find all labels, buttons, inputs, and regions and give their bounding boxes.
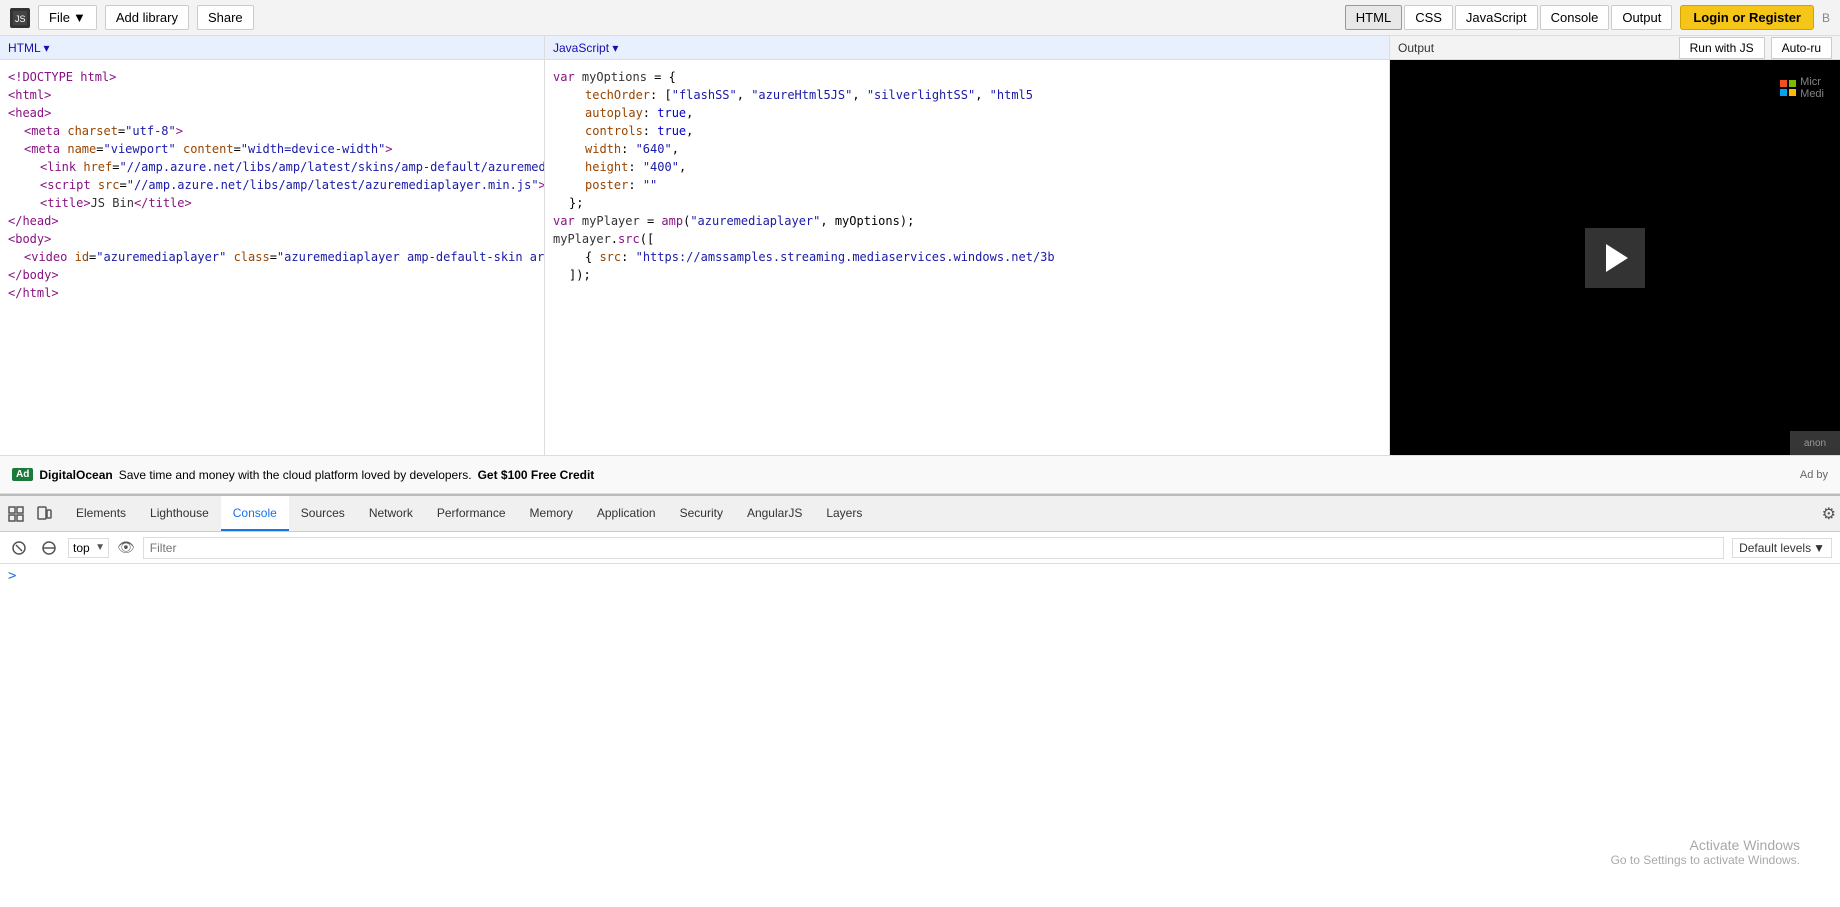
clear-console-icon[interactable] bbox=[8, 537, 30, 559]
play-button[interactable] bbox=[1585, 228, 1645, 288]
html-panel: HTML ▾ <!DOCTYPE html> <html> <head> <me… bbox=[0, 36, 545, 455]
output-header: Output Run with JS Auto-ru bbox=[1390, 36, 1840, 60]
output-panel: Output Run with JS Auto-ru MicrMedi anon bbox=[1390, 36, 1840, 455]
devtools-toolbar: Elements Lighthouse Console Sources Netw… bbox=[0, 496, 1840, 532]
dt-tab-sources[interactable]: Sources bbox=[289, 496, 357, 531]
ad-text: Save time and money with the cloud platf… bbox=[119, 468, 472, 482]
context-select[interactable]: top bbox=[68, 538, 109, 558]
dt-tab-network[interactable]: Network bbox=[357, 496, 425, 531]
device-toggle-icon[interactable] bbox=[32, 502, 56, 526]
js-code-editor[interactable]: var myOptions = { techOrder: ["flashSS",… bbox=[545, 60, 1389, 455]
eye-icon[interactable]: 👁 bbox=[117, 539, 135, 556]
dt-tab-security[interactable]: Security bbox=[668, 496, 735, 531]
devtools-icons bbox=[4, 502, 56, 526]
tab-javascript[interactable]: JavaScript bbox=[1455, 5, 1538, 30]
dt-tab-angularjs[interactable]: AngularJS bbox=[735, 496, 814, 531]
dt-tab-layers[interactable]: Layers bbox=[814, 496, 874, 531]
dt-tab-console[interactable]: Console bbox=[221, 496, 289, 531]
devtools-panel: Elements Lighthouse Console Sources Netw… bbox=[0, 494, 1840, 588]
top-bar-tabs: HTML CSS JavaScript Console Output bbox=[1345, 5, 1673, 30]
ad-left: Ad DigitalOcean Save time and money with… bbox=[12, 468, 594, 482]
output-watermark: MicrMedi bbox=[1780, 76, 1824, 100]
js-panel-header[interactable]: JavaScript ▾ bbox=[545, 36, 1389, 60]
tab-console[interactable]: Console bbox=[1540, 5, 1610, 30]
dt-tab-lighthouse[interactable]: Lighthouse bbox=[138, 496, 221, 531]
ad-bar: Ad DigitalOcean Save time and money with… bbox=[0, 456, 1840, 494]
windows-activation-watermark: Activate Windows Go to Settings to activ… bbox=[1611, 837, 1800, 867]
file-menu-button[interactable]: File ▼ bbox=[38, 5, 97, 30]
devtools-tabs: Elements Lighthouse Console Sources Netw… bbox=[64, 496, 1822, 531]
console-content[interactable]: > bbox=[0, 564, 1840, 588]
js-panel: JavaScript ▾ var myOptions = { techOrder… bbox=[545, 36, 1390, 455]
ad-badge: Ad bbox=[12, 468, 33, 481]
dt-tab-application[interactable]: Application bbox=[585, 496, 668, 531]
add-library-button[interactable]: Add library bbox=[105, 5, 189, 30]
microsoft-icon bbox=[1780, 80, 1796, 96]
output-video-area: MicrMedi anon bbox=[1390, 60, 1840, 455]
tab-output[interactable]: Output bbox=[1611, 5, 1672, 30]
settings-gear-icon[interactable]: ⚙ bbox=[1822, 506, 1836, 523]
console-prompt: > bbox=[8, 568, 16, 584]
dt-tab-elements[interactable]: Elements bbox=[64, 496, 138, 531]
dt-tab-memory[interactable]: Memory bbox=[518, 496, 585, 531]
run-with-js-button[interactable]: Run with JS bbox=[1679, 37, 1765, 59]
output-header-right: Run with JS Auto-ru bbox=[1679, 37, 1832, 59]
ad-brand: DigitalOcean bbox=[39, 468, 112, 482]
svg-text:JS: JS bbox=[15, 14, 26, 24]
devtools-right-icons: ⚙ bbox=[1822, 504, 1836, 524]
html-code-editor[interactable]: <!DOCTYPE html> <html> <head> <meta char… bbox=[0, 60, 544, 455]
share-button[interactable]: Share bbox=[197, 5, 254, 30]
tab-css[interactable]: CSS bbox=[1404, 5, 1453, 30]
default-levels-dropdown[interactable]: Default levels ▼ bbox=[1732, 538, 1832, 558]
context-select-wrap: top ▼ bbox=[68, 538, 109, 558]
dt-tab-performance[interactable]: Performance bbox=[425, 496, 518, 531]
play-triangle-icon bbox=[1606, 244, 1628, 272]
login-register-button[interactable]: Login or Register bbox=[1680, 5, 1814, 30]
top-bar-left: JS File ▼ Add library Share bbox=[10, 5, 1337, 30]
tab-html[interactable]: HTML bbox=[1345, 5, 1402, 30]
ad-right-label: Ad by bbox=[1800, 469, 1828, 481]
output-bottom-bar: anon bbox=[1790, 431, 1840, 455]
app-logo-icon: JS bbox=[10, 8, 30, 28]
auto-run-button[interactable]: Auto-ru bbox=[1771, 37, 1832, 59]
html-panel-header[interactable]: HTML ▾ bbox=[0, 36, 544, 60]
top-bar: JS File ▼ Add library Share HTML CSS Jav… bbox=[0, 0, 1840, 36]
levels-dropdown-icon: ▼ bbox=[1813, 541, 1825, 555]
console-filter-input[interactable] bbox=[143, 537, 1724, 559]
console-bar: top ▼ 👁 Default levels ▼ bbox=[0, 532, 1840, 564]
block-requests-icon[interactable] bbox=[38, 537, 60, 559]
top-bar-right: Login or Register B bbox=[1680, 5, 1830, 30]
ad-cta[interactable]: Get $100 Free Credit bbox=[478, 468, 595, 482]
inspect-element-icon[interactable] bbox=[4, 502, 28, 526]
editor-area: HTML ▾ <!DOCTYPE html> <html> <head> <me… bbox=[0, 36, 1840, 456]
